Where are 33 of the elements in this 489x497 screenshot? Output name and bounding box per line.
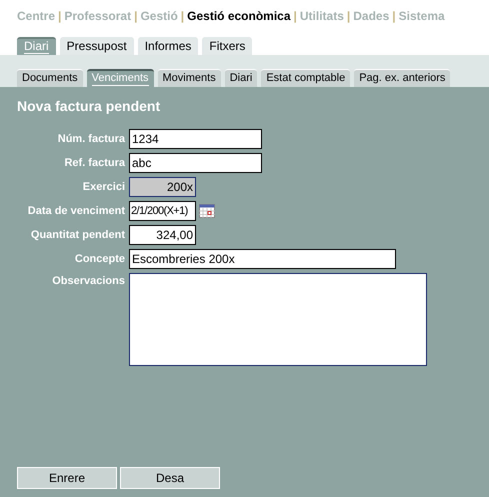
field-label: Ref. factura bbox=[63, 156, 125, 171]
field-label: Núm. factura bbox=[56, 132, 125, 147]
menu-separator: | bbox=[292, 8, 298, 24]
menu-separator: | bbox=[180, 8, 186, 24]
menu-separator: | bbox=[346, 8, 352, 24]
form-title: Nova factura pendent bbox=[16, 97, 162, 116]
menu-separator: | bbox=[57, 8, 62, 24]
menu-link[interactable]: Gestió econòmica bbox=[187, 6, 291, 24]
field-label: Observacions bbox=[51, 274, 125, 289]
sub-tab[interactable]: Diari bbox=[224, 69, 258, 87]
amount-field[interactable]: 324,00 bbox=[129, 225, 196, 245]
tab[interactable]: Informes bbox=[138, 37, 198, 55]
tab[interactable]: Pressupost bbox=[60, 37, 134, 55]
field-label: Quantitat pendent bbox=[30, 228, 125, 243]
date-field[interactable]: 2/1/200(X+1) bbox=[129, 201, 196, 221]
menu-separator: | bbox=[133, 8, 138, 24]
tab[interactable]: Fitxers bbox=[202, 37, 252, 55]
sub-tab[interactable]: Pag. ex. anteriors bbox=[354, 69, 450, 87]
field-label: Concepte bbox=[74, 252, 125, 267]
form-button[interactable]: Desa bbox=[120, 467, 220, 489]
text-field[interactable]: Escombreries 200x bbox=[129, 249, 396, 269]
sub-tab[interactable]: Estat comptable bbox=[261, 69, 350, 87]
text-field[interactable]: 1234 bbox=[129, 129, 262, 149]
sub-tab[interactable]: Documents bbox=[17, 69, 83, 87]
sub-tab[interactable]: Moviments bbox=[158, 69, 221, 87]
readonly-field[interactable]: 200x bbox=[129, 177, 196, 197]
observations-field[interactable] bbox=[129, 273, 427, 366]
form-button[interactable]: Enrere bbox=[17, 467, 117, 489]
menu-separator: | bbox=[391, 8, 397, 24]
field-label: Exercici bbox=[82, 180, 125, 195]
field-label: Data de venciment bbox=[26, 204, 125, 219]
calendar-icon[interactable] bbox=[199, 204, 215, 218]
text-field[interactable]: abc bbox=[129, 153, 262, 173]
